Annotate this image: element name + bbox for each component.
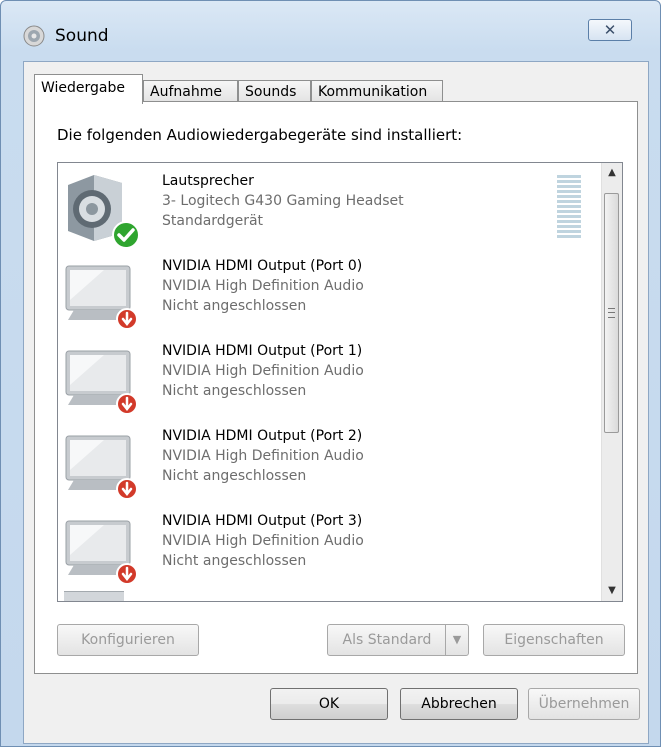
device-status: Nicht angeschlossen	[162, 298, 307, 314]
device-description: NVIDIA High Definition Audio	[162, 533, 364, 549]
properties-button[interactable]: Eigenschaften	[483, 624, 625, 656]
device-status: Nicht angeschlossen	[162, 468, 307, 484]
device-name: Lautsprecher	[162, 173, 254, 189]
tab-sounds[interactable]: Sounds	[238, 80, 311, 102]
tab-panel-wiedergabe: Die folgenden Audiowiedergabegeräte sind…	[34, 101, 638, 674]
set-default-button[interactable]: Als Standard ▼	[327, 624, 469, 656]
scroll-down-arrow-icon[interactable]: ▼	[602, 581, 622, 601]
volume-meter	[557, 175, 581, 240]
list-item-hdmi-port-3[interactable]: NVIDIA HDMI Output (Port 3) NVIDIA High …	[58, 503, 598, 587]
device-name: NVIDIA HDMI Output (Port 2)	[162, 428, 363, 444]
unplugged-icon	[116, 393, 138, 415]
tab-wiedergabe[interactable]: Wiedergabe	[34, 74, 143, 104]
scroll-thumb[interactable]	[604, 193, 619, 433]
ok-button[interactable]: OK	[270, 688, 388, 720]
tab-aufnahme[interactable]: Aufnahme	[143, 80, 238, 102]
unplugged-icon	[116, 563, 138, 585]
list-item-lautsprecher[interactable]: Lautsprecher 3- Logitech G430 Gaming Hea…	[58, 163, 598, 249]
window-title: Sound	[55, 26, 109, 46]
speaker-app-icon	[23, 25, 45, 47]
device-status: Nicht angeschlossen	[162, 383, 307, 399]
device-description: NVIDIA High Definition Audio	[162, 363, 364, 379]
cancel-button[interactable]: Abbrechen	[400, 688, 518, 720]
device-name: NVIDIA HDMI Output (Port 3)	[162, 513, 363, 529]
dialog-client-area: Wiedergabe Aufnahme Sounds Kommunikation…	[23, 61, 649, 744]
chevron-down-icon[interactable]: ▼	[445, 625, 468, 655]
apply-button[interactable]: Übernehmen	[528, 688, 640, 720]
device-name: NVIDIA HDMI Output (Port 1)	[162, 343, 363, 359]
device-status: Standardgerät	[162, 213, 264, 229]
unplugged-icon	[116, 308, 138, 330]
close-button[interactable]: ✕	[588, 19, 632, 41]
device-status: Nicht angeschlossen	[162, 553, 307, 569]
device-name: NVIDIA HDMI Output (Port 0)	[162, 258, 363, 274]
vertical-scrollbar[interactable]: ▲ ▼	[601, 163, 622, 601]
device-list[interactable]: Lautsprecher 3- Logitech G430 Gaming Hea…	[57, 162, 623, 602]
list-item-hdmi-port-2[interactable]: NVIDIA HDMI Output (Port 2) NVIDIA High …	[58, 418, 598, 502]
configure-button[interactable]: Konfigurieren	[57, 624, 199, 656]
panel-caption: Die folgenden Audiowiedergabegeräte sind…	[57, 126, 463, 144]
list-item-hdmi-port-0[interactable]: NVIDIA HDMI Output (Port 0) NVIDIA High …	[58, 248, 598, 332]
device-description: 3- Logitech G430 Gaming Headset	[162, 193, 404, 209]
device-description: NVIDIA High Definition Audio	[162, 448, 364, 464]
sound-dialog: Sound ✕ Wiedergabe Aufnahme Sounds Kommu…	[0, 0, 661, 747]
title-bar[interactable]: Sound ✕	[1, 1, 660, 59]
close-icon: ✕	[603, 21, 617, 39]
tab-kommunikation[interactable]: Kommunikation	[311, 80, 443, 102]
set-default-label: Als Standard	[342, 632, 432, 648]
list-item-hdmi-port-1[interactable]: NVIDIA HDMI Output (Port 1) NVIDIA High …	[58, 333, 598, 417]
scroll-up-arrow-icon[interactable]: ▲	[602, 163, 622, 183]
partial-monitor-icon	[64, 591, 124, 601]
unplugged-icon	[116, 478, 138, 500]
device-description: NVIDIA High Definition Audio	[162, 278, 364, 294]
default-check-icon	[112, 221, 140, 249]
